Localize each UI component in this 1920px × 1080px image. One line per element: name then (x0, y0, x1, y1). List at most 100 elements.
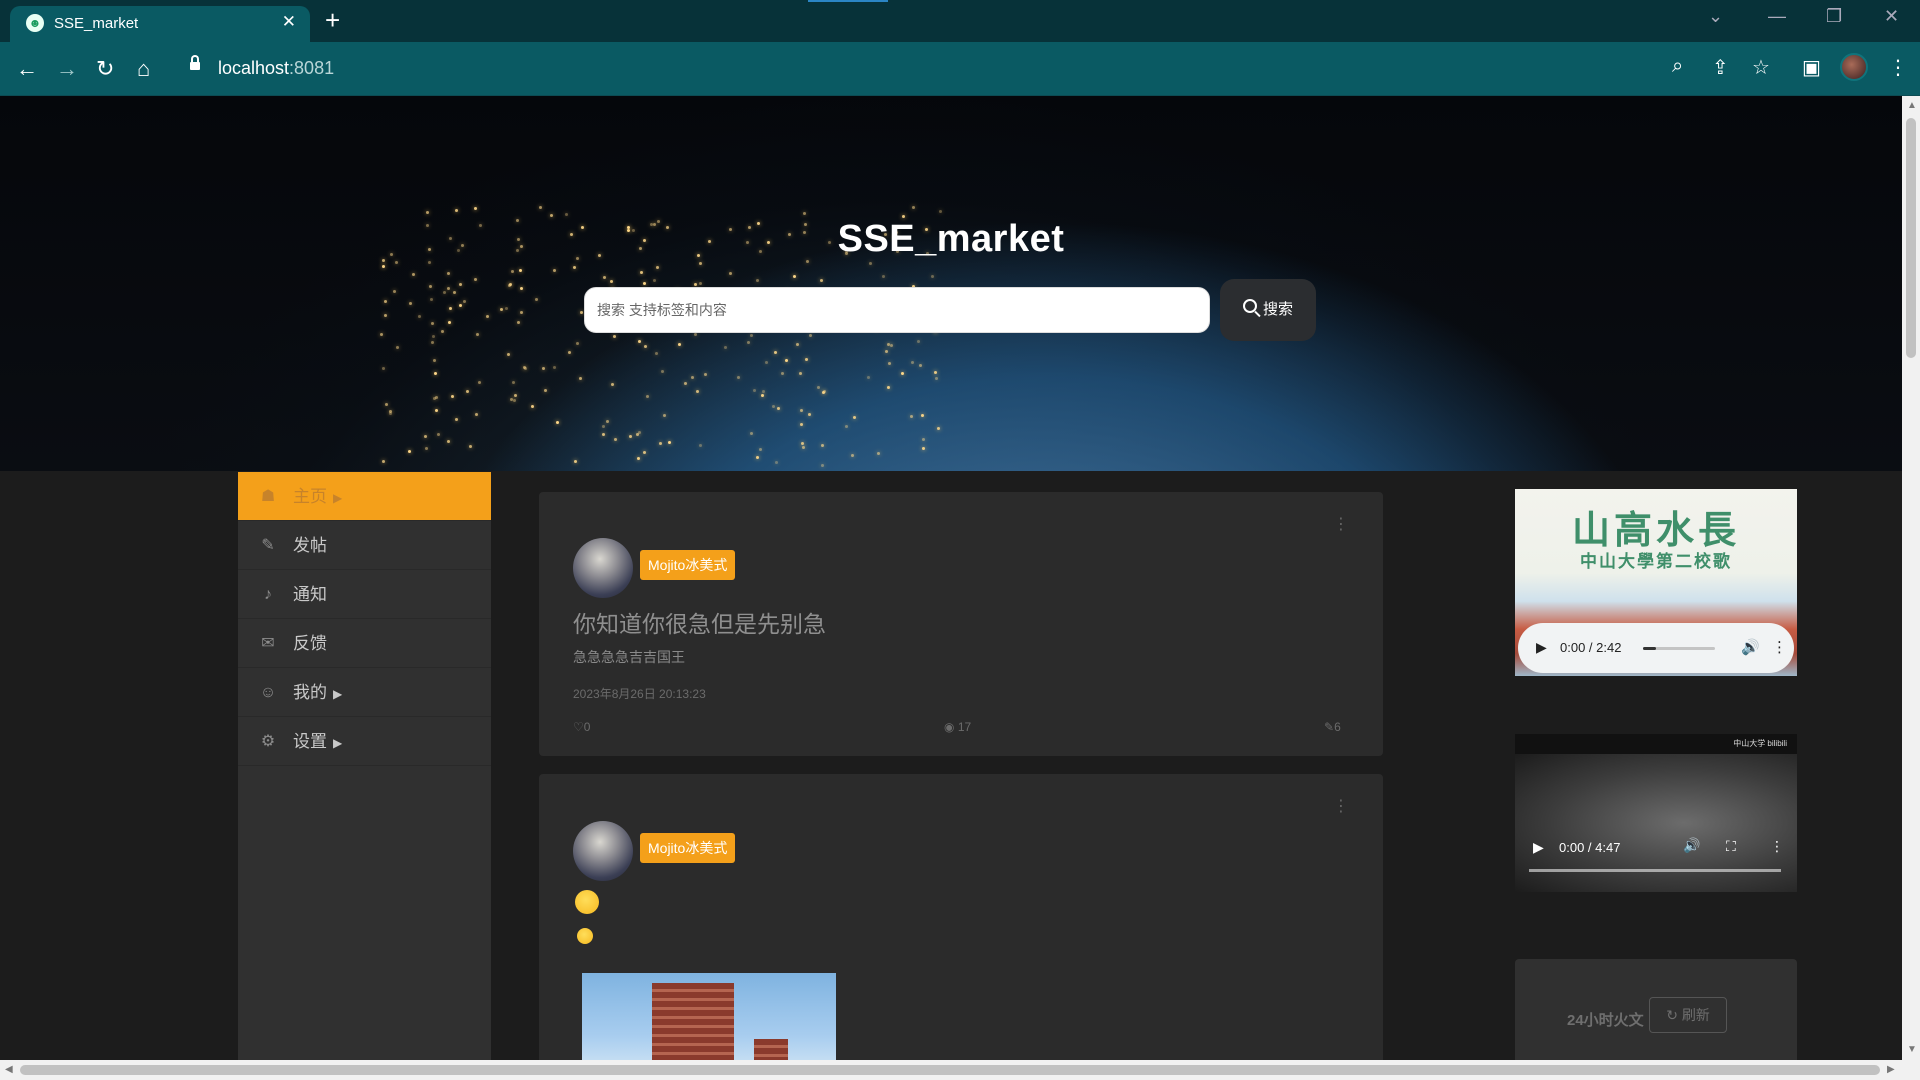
city-light (578, 377, 582, 381)
username-badge[interactable]: Mojito冰美式 (640, 550, 736, 580)
city-light (816, 386, 820, 390)
post-title[interactable]: 你知道你很急但是先别急 (573, 605, 826, 639)
play-icon[interactable]: ▶ (1536, 639, 1547, 656)
menu-kebab-icon[interactable]: ⋮ (1888, 55, 1908, 80)
star-icon[interactable]: ☆ (1752, 55, 1770, 80)
comment-count[interactable]: ✎6 (1324, 720, 1341, 734)
audio-progress-track[interactable] (1643, 647, 1715, 650)
city-light (922, 438, 926, 442)
sidebar-item-settings[interactable]: ⚙ 设置 ▶ (238, 717, 491, 766)
city-light (446, 271, 450, 275)
forward-arrow-icon[interactable]: → (56, 56, 78, 82)
city-light (772, 405, 776, 409)
address-bar[interactable]: localhost:8081 (176, 51, 1676, 87)
city-light (552, 269, 556, 273)
browser-tab[interactable]: ☻ SSE_market ✕ (10, 6, 310, 42)
vertical-scrollbar[interactable]: ▲ ▼ (1902, 96, 1920, 1060)
city-light (643, 281, 647, 285)
fullscreen-icon[interactable]: ⛶ (1726, 838, 1736, 855)
refresh-button[interactable]: ↻ 刷新 (1649, 997, 1727, 1033)
city-light (802, 212, 806, 216)
city-light (660, 370, 664, 374)
city-light (408, 450, 412, 454)
more-options-icon[interactable]: ⋮ (1333, 514, 1349, 534)
city-light (845, 425, 849, 429)
like-count[interactable]: ♡0 (573, 720, 590, 734)
restore-icon[interactable]: ❐ (1826, 6, 1842, 27)
window-close-icon[interactable]: ✕ (1884, 6, 1899, 27)
sidebar-item-feedback[interactable]: ✉ 反馈 (238, 619, 491, 668)
minimize-icon[interactable]: — (1768, 6, 1786, 27)
scroll-up-icon[interactable]: ▲ (1907, 100, 1917, 111)
close-tab-icon[interactable]: ✕ (282, 12, 296, 32)
search-button[interactable]: 搜索 (1220, 279, 1316, 341)
city-light (937, 426, 941, 430)
city-light (430, 297, 434, 301)
city-light (761, 389, 765, 393)
scroll-right-icon[interactable]: ▶ (1887, 1064, 1895, 1075)
caret-right-icon: ▶ (333, 491, 343, 505)
video-progress-track[interactable] (1529, 869, 1781, 872)
post-image[interactable] (582, 973, 836, 1060)
sidebar-item-notify[interactable]: ♪ 通知 (238, 570, 491, 619)
city-light (447, 439, 451, 443)
kebab-menu-icon[interactable]: ⋮ (1772, 638, 1787, 656)
city-light (747, 340, 751, 344)
new-tab-button[interactable]: + (325, 5, 340, 36)
kebab-menu-icon[interactable]: ⋮ (1770, 838, 1784, 855)
sidebar-item-mine[interactable]: ☺ 我的 ▶ (238, 668, 491, 717)
city-light (523, 367, 527, 371)
city-light (454, 418, 458, 422)
search-input[interactable]: 搜索 支持标签和内容 (584, 287, 1210, 333)
audio-controls: ▶ 0:00 / 2:42 🔊 ⋮ (1518, 623, 1794, 673)
back-arrow-icon[interactable]: ← (16, 56, 38, 82)
video-player-widget[interactable]: 中山大学 bilibili ▶ 0:00 / 4:47 🔊 ⛶ ⋮ (1515, 734, 1797, 892)
city-light (506, 353, 510, 357)
vertical-scroll-thumb[interactable] (1906, 118, 1916, 358)
city-light (396, 345, 400, 349)
scroll-down-icon[interactable]: ▼ (1907, 1044, 1917, 1055)
audio-cover-subtitle: 中山大學第二校歌 (1580, 552, 1732, 572)
city-light (695, 389, 699, 393)
sidebar-item-post[interactable]: ✎ 发帖 (238, 521, 491, 570)
profile-avatar[interactable] (1840, 53, 1868, 81)
home-icon[interactable]: ⌂ (137, 56, 150, 82)
post-card[interactable]: ⋮ Mojito冰美式 (539, 774, 1383, 1060)
username-badge[interactable]: Mojito冰美式 (640, 833, 736, 863)
city-light (704, 372, 708, 376)
sidebar-item-home[interactable]: ☗ 主页 ▶ (238, 472, 491, 521)
city-light (659, 441, 663, 445)
city-light (447, 321, 451, 325)
city-light (408, 301, 412, 305)
horizontal-scroll-thumb[interactable] (20, 1065, 1880, 1075)
browser-toolbar: ← → ↻ ⌂ localhost:8081 ⌕ ⇪ ☆ ▣ ⋮ (0, 42, 1920, 96)
city-light (920, 413, 924, 417)
city-light (728, 272, 732, 276)
post-card[interactable]: ⋮ Mojito冰美式 你知道你很急但是先别急 急急急急吉吉国王 2023年8月… (539, 492, 1383, 756)
pencil-icon: ✎ (261, 537, 275, 554)
volume-icon[interactable]: 🔊 (1741, 638, 1760, 656)
avatar[interactable] (573, 821, 633, 881)
city-light (643, 345, 647, 349)
city-light (575, 341, 579, 345)
city-light (653, 278, 657, 282)
eye-icon: ◉ (944, 720, 958, 734)
scroll-left-icon[interactable]: ◀ (5, 1064, 13, 1075)
share-icon[interactable]: ⇪ (1712, 55, 1729, 80)
city-light (698, 281, 702, 285)
avatar[interactable] (573, 538, 633, 598)
city-light (820, 278, 824, 282)
horizontal-scrollbar[interactable]: ◀ ▶ (0, 1060, 1920, 1080)
city-light (750, 333, 754, 337)
zoom-icon[interactable]: ⌕ (1672, 55, 1683, 78)
sidepanel-icon[interactable]: ▣ (1802, 55, 1821, 80)
volume-icon[interactable]: 🔊 (1683, 837, 1700, 854)
city-light (884, 350, 888, 354)
play-icon[interactable]: ▶ (1533, 839, 1544, 856)
tab-search-chevron-icon[interactable]: ⌄ (1708, 6, 1723, 27)
reload-icon[interactable]: ↻ (96, 56, 114, 82)
city-light (802, 446, 806, 450)
more-options-icon[interactable]: ⋮ (1333, 796, 1349, 816)
city-light (922, 446, 926, 450)
city-light (909, 414, 913, 418)
